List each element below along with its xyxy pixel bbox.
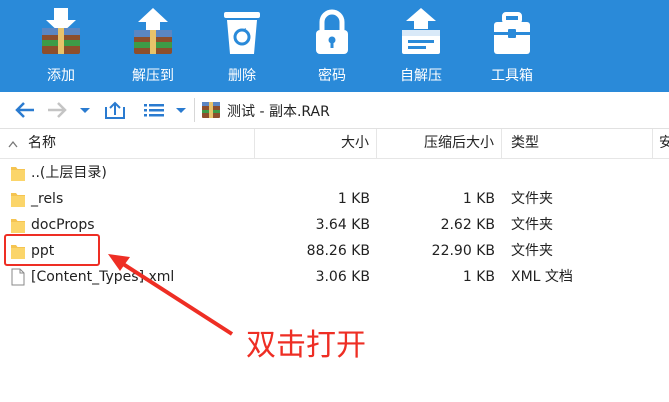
address-path[interactable]: 测试 - 副本.RAR <box>194 98 669 122</box>
column-packed-label: 压缩后大小 <box>424 135 494 151</box>
file-row-ppt[interactable]: ppt 88.26 KB 22.90 KB 文件夹 <box>0 238 669 264</box>
file-size: 1 KB <box>337 191 370 207</box>
column-type[interactable]: 类型 <box>502 129 653 158</box>
column-packed-size[interactable]: 压缩后大小 <box>377 129 502 158</box>
add-archive-icon <box>42 8 80 54</box>
view-dropdown-icon[interactable] <box>174 100 188 120</box>
file-packed-size: 2.62 KB <box>440 217 495 233</box>
extract-to-button[interactable]: 解压到 <box>116 0 190 92</box>
password-button[interactable]: 密码 <box>295 0 369 92</box>
column-more-label: 安 <box>659 135 669 151</box>
file-name: ..(上层目录) <box>31 165 107 181</box>
self-extract-button[interactable]: 自解压 <box>384 0 458 92</box>
folder-icon <box>11 167 25 181</box>
self-extract-icon <box>402 8 440 54</box>
extract-to-icon <box>134 8 172 54</box>
history-dropdown-icon[interactable] <box>78 100 92 120</box>
folder-icon <box>11 193 25 207</box>
annotation-text: 双击打开 <box>246 328 366 363</box>
file-row-docprops[interactable]: docProps 3.64 KB 2.62 KB 文件夹 <box>0 212 669 238</box>
column-size[interactable]: 大小 <box>255 129 377 158</box>
ppt-highlight-box <box>4 234 100 266</box>
file-size: 3.06 KB <box>315 269 370 285</box>
sort-ascending-icon <box>8 140 18 148</box>
list-view-icon[interactable] <box>143 100 165 120</box>
file-type: 文件夹 <box>511 217 553 233</box>
path-text: 测试 - 副本.RAR <box>227 104 330 120</box>
delete-button[interactable]: 删除 <box>205 0 279 92</box>
file-type: 文件夹 <box>511 243 553 259</box>
file-size: 3.64 KB <box>315 217 370 233</box>
rar-archive-icon <box>202 102 220 118</box>
up-folder-icon[interactable] <box>104 100 126 120</box>
delete-button-label: 删除 <box>228 68 256 84</box>
file-size: 88.26 KB <box>306 243 370 259</box>
toolbox-icon <box>494 12 530 54</box>
padlock-icon <box>316 9 348 54</box>
main-toolbar: 添加 解压到 删除 密码 自解压 工具箱 <box>0 0 669 92</box>
file-row-content-types[interactable]: [Content_Types].xml 3.06 KB 1 KB XML 文档 <box>0 264 669 290</box>
navigation-bar: 测试 - 副本.RAR <box>0 92 669 129</box>
document-icon <box>11 268 25 286</box>
column-more[interactable]: 安 <box>653 129 669 158</box>
column-header: 名称 大小 压缩后大小 类型 安 <box>0 129 669 159</box>
add-button-label: 添加 <box>47 68 75 84</box>
add-button[interactable]: 添加 <box>24 0 98 92</box>
file-name: _rels <box>31 191 64 207</box>
file-row-parent[interactable]: ..(上层目录) <box>0 160 669 186</box>
file-row-rels[interactable]: _rels 1 KB 1 KB 文件夹 <box>0 186 669 212</box>
toolbox-button-label: 工具箱 <box>491 68 533 84</box>
column-size-label: 大小 <box>341 135 369 151</box>
file-type: XML 文档 <box>511 269 573 285</box>
file-packed-size: 1 KB <box>462 269 495 285</box>
toolbox-button[interactable]: 工具箱 <box>475 0 549 92</box>
extract-to-button-label: 解压到 <box>132 68 174 84</box>
column-type-label: 类型 <box>511 135 539 151</box>
back-arrow-icon[interactable] <box>14 100 36 120</box>
file-name: [Content_Types].xml <box>31 269 175 285</box>
recycle-bin-icon <box>224 12 260 54</box>
self-extract-button-label: 自解压 <box>400 68 442 84</box>
file-type: 文件夹 <box>511 191 553 207</box>
file-packed-size: 22.90 KB <box>431 243 495 259</box>
password-button-label: 密码 <box>318 68 346 84</box>
file-packed-size: 1 KB <box>462 191 495 207</box>
folder-icon <box>11 219 25 233</box>
column-name[interactable]: 名称 <box>0 129 255 158</box>
forward-arrow-icon[interactable] <box>46 100 68 120</box>
column-name-label: 名称 <box>28 135 56 151</box>
